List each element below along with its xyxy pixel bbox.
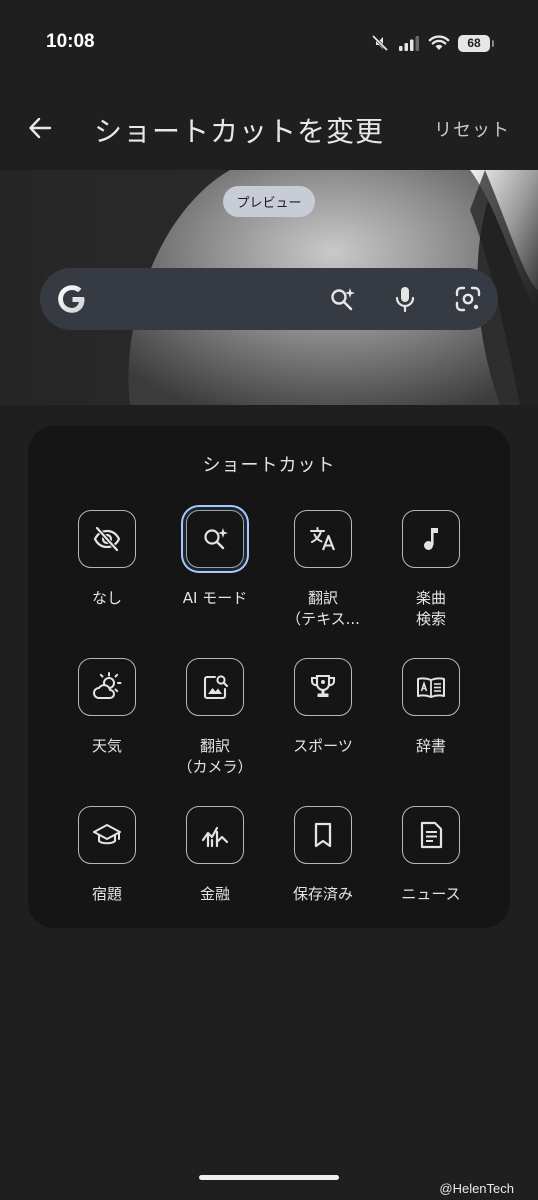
arrow-back-icon bbox=[29, 117, 52, 139]
news-icon bbox=[420, 821, 443, 849]
weather-icon bbox=[93, 672, 122, 699]
status-icons: 68 bbox=[370, 33, 494, 53]
shortcut-icon-box[interactable] bbox=[186, 658, 244, 716]
ai-mode-icon bbox=[204, 528, 228, 550]
status-bar: 10:08 68 bbox=[0, 0, 538, 86]
shortcut-sports[interactable]: スポーツ bbox=[269, 658, 377, 806]
graduation-cap-icon bbox=[92, 823, 122, 845]
home-indicator[interactable] bbox=[199, 1175, 339, 1180]
shortcut-label: 金融 bbox=[199, 885, 230, 903]
shortcut-label: なし bbox=[91, 589, 122, 607]
shortcut-label: 天気 bbox=[91, 737, 122, 755]
image-search-icon bbox=[203, 675, 229, 700]
shortcut-ai-mode[interactable]: AI モード bbox=[161, 510, 269, 658]
eye-off-icon bbox=[93, 526, 121, 552]
shortcut-translate-camera[interactable]: 翻訳 （カメラ） bbox=[161, 658, 269, 806]
battery-tip bbox=[492, 39, 494, 47]
shortcut-icon-box[interactable] bbox=[402, 806, 460, 864]
reset-button[interactable]: リセット bbox=[434, 116, 510, 142]
shortcut-icon-box[interactable] bbox=[78, 806, 136, 864]
app-bar: ショートカットを変更 リセット bbox=[0, 86, 538, 170]
watermark: @HelenTech bbox=[439, 1181, 514, 1196]
shortcut-icon-box[interactable] bbox=[402, 510, 460, 568]
mute-icon bbox=[371, 34, 389, 52]
shortcut-news[interactable]: ニュース bbox=[377, 806, 485, 926]
bookmark-icon bbox=[314, 822, 332, 848]
shortcuts-panel: ショートカット なし AI モード 翻訳 （テキス... 楽曲 検索 天気 翻訳… bbox=[28, 426, 510, 928]
page-title: ショートカットを変更 bbox=[94, 115, 385, 148]
signal-icon bbox=[399, 36, 419, 51]
shortcut-dictionary[interactable]: 辞書 bbox=[377, 658, 485, 806]
shortcut-label: 楽曲 検索 bbox=[415, 589, 446, 628]
shortcuts-title: ショートカット bbox=[202, 455, 336, 476]
back-button[interactable] bbox=[20, 108, 60, 148]
shortcut-icon-box[interactable] bbox=[294, 806, 352, 864]
shortcut-label: 翻訳 （カメラ） bbox=[177, 737, 253, 776]
shortcut-label: 翻訳 （テキス... bbox=[286, 589, 360, 628]
shortcut-song-search[interactable]: 楽曲 検索 bbox=[377, 510, 485, 658]
shortcut-label: 辞書 bbox=[415, 737, 446, 755]
battery-icon: 68 bbox=[458, 34, 490, 52]
shortcut-icon-box[interactable] bbox=[78, 658, 136, 716]
preview-chip: プレビュー bbox=[223, 186, 315, 217]
shortcut-icon-box[interactable] bbox=[186, 806, 244, 864]
trophy-icon bbox=[311, 674, 335, 697]
preview-area: プレビュー bbox=[0, 170, 538, 405]
shortcut-icon-box[interactable] bbox=[78, 510, 136, 568]
finance-chart-icon bbox=[201, 826, 229, 848]
shortcut-icon-box-selected[interactable] bbox=[186, 510, 244, 568]
shortcut-icon-box[interactable] bbox=[402, 658, 460, 716]
shortcut-icon-box[interactable] bbox=[294, 510, 352, 568]
dictionary-icon bbox=[417, 677, 445, 698]
lens-icon[interactable] bbox=[454, 285, 482, 313]
shortcut-label: 保存済み bbox=[292, 885, 353, 903]
shortcut-icon-box[interactable] bbox=[294, 658, 352, 716]
battery-level: 68 bbox=[467, 36, 481, 50]
shortcut-homework[interactable]: 宿題 bbox=[53, 806, 161, 926]
music-note-icon bbox=[424, 528, 438, 550]
shortcut-label: ニュース bbox=[401, 885, 461, 903]
shortcut-none[interactable]: なし bbox=[53, 510, 161, 658]
shortcut-saved[interactable]: 保存済み bbox=[269, 806, 377, 926]
shortcuts-grid: なし AI モード 翻訳 （テキス... 楽曲 検索 天気 翻訳 （カメラ） ス… bbox=[53, 510, 485, 926]
google-logo bbox=[58, 285, 85, 313]
shortcut-label: 宿題 bbox=[91, 885, 122, 903]
translate-icon bbox=[310, 527, 336, 551]
mic-icon[interactable] bbox=[391, 285, 419, 313]
shortcut-label: AI モード bbox=[182, 589, 248, 607]
search-bar[interactable] bbox=[40, 268, 498, 330]
ai-mode-icon[interactable] bbox=[328, 285, 356, 313]
shortcut-finance[interactable]: 金融 bbox=[161, 806, 269, 926]
status-time: 10:08 bbox=[46, 31, 95, 52]
shortcut-translate-text[interactable]: 翻訳 （テキス... bbox=[269, 510, 377, 658]
shortcut-weather[interactable]: 天気 bbox=[53, 658, 161, 806]
shortcut-label: スポーツ bbox=[293, 737, 353, 755]
wifi-icon bbox=[428, 35, 450, 50]
